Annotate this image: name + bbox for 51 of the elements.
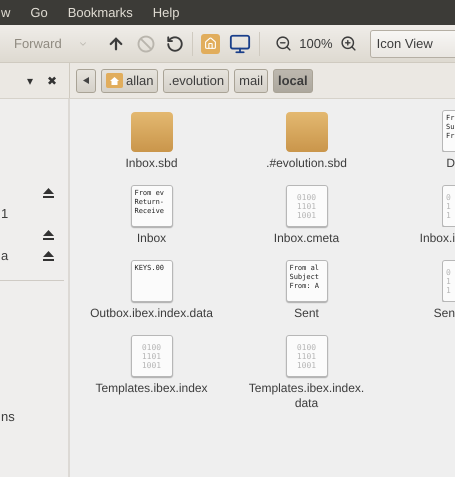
preview-text: 1001 (142, 360, 162, 370)
sidebar-item[interactable]: ns (1, 409, 15, 424)
preview-text: 1 (446, 286, 451, 294)
preview-text: 0 (446, 268, 451, 276)
path-button[interactable]: .evolution (163, 68, 230, 92)
preview-text: 1001 (296, 210, 316, 220)
menu-item[interactable]: Bookmarks (64, 5, 136, 20)
sidebar-item[interactable]: a (1, 248, 8, 263)
path-button[interactable]: mail (234, 68, 268, 92)
left-arrow-icon (83, 77, 89, 84)
preview-text: 1101 (296, 202, 316, 210)
menu-item[interactable]: Help (150, 5, 183, 20)
menu-item[interactable]: Go (27, 5, 51, 20)
zoom-in-icon[interactable] (340, 35, 357, 52)
preview-text: 1101 (142, 352, 162, 360)
eject-icon[interactable] (43, 188, 54, 198)
file-name[interactable]: Outbox.ibex.index.data (90, 306, 213, 321)
sidebar-menu-button[interactable]: ▾ (27, 74, 33, 88)
preview-text: 1 (446, 202, 451, 210)
sidebar-close-button[interactable]: ✖ (47, 74, 57, 88)
preview-text: 0100 (296, 192, 316, 202)
path-button[interactable]: allan (101, 68, 158, 92)
path-back-button[interactable] (76, 68, 96, 92)
preview-text: 0 (446, 192, 451, 202)
preview-text: 0100 (142, 342, 162, 352)
eject-icon[interactable] (43, 230, 54, 240)
reload-icon[interactable] (166, 34, 184, 52)
eject-icon[interactable] (43, 250, 54, 260)
menu-item[interactable]: w (0, 5, 14, 20)
file-name[interactable]: Sent (294, 306, 319, 321)
preview-text: 1101 (296, 352, 316, 360)
preview-text: 1001 (296, 360, 316, 370)
file-name[interactable]: Inbox.cmeta (274, 231, 340, 246)
sidebar-item[interactable]: 1 (1, 206, 8, 221)
zoom-out-icon[interactable] (275, 35, 292, 52)
preview-text: 1 (446, 210, 451, 220)
file-name[interactable]: Inbox.i (420, 231, 455, 246)
file-name[interactable]: Templates.ibex.index (95, 381, 208, 396)
file-name[interactable]: Templates.ibex.index.data (238, 381, 374, 411)
file-name[interactable]: Inbox (136, 231, 166, 246)
home-folder-icon (106, 73, 123, 88)
file-name[interactable]: D (446, 156, 455, 171)
file-name[interactable]: .#evolution.sbd (266, 156, 347, 171)
zoom-level: 100% (299, 36, 333, 51)
preview-text: 0100 (296, 342, 316, 352)
file-name[interactable]: Inbox.sbd (125, 156, 178, 171)
path-button[interactable]: local (272, 68, 313, 92)
computer-icon[interactable] (229, 32, 252, 54)
preview-text: 1 (446, 276, 451, 286)
view-dropdown[interactable]: Icon View (370, 30, 455, 58)
file-name[interactable]: Sen (434, 306, 455, 321)
